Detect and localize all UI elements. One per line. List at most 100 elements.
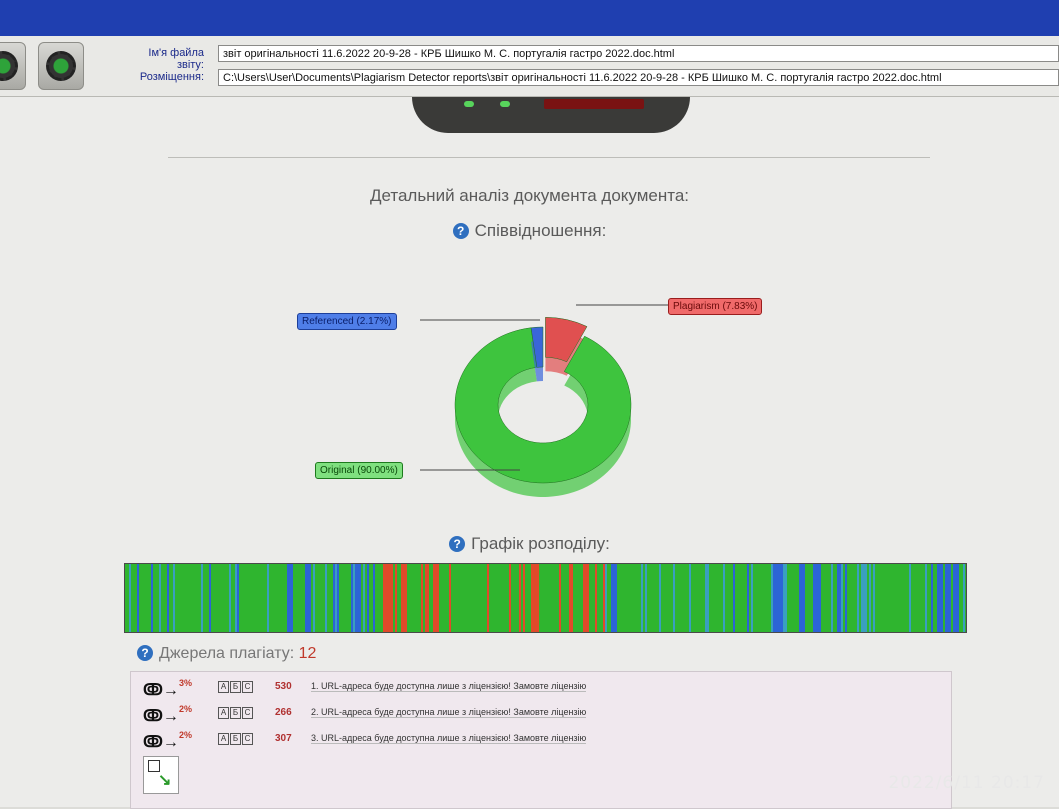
distribution-segment [831, 564, 833, 632]
distribution-segment [159, 564, 161, 632]
distribution-heading-row: ? Графік розподілу: [0, 534, 1059, 554]
distribution-segment [813, 564, 819, 632]
distribution-segment [129, 564, 131, 632]
distribution-segment [751, 564, 753, 632]
distribution-stripes [129, 564, 965, 632]
original-label: Original (90.00%) [315, 462, 403, 479]
distribution-segment [509, 564, 511, 632]
source-row[interactable]: ↂ→ 3% AБC 530 1. URL-адреса буде доступн… [131, 678, 951, 699]
distribution-segment [433, 564, 439, 632]
distribution-segment [209, 564, 211, 632]
distribution-segment [173, 564, 175, 632]
distribution-segment [351, 564, 353, 632]
help-icon[interactable]: ? [137, 645, 153, 661]
distribution-segment [857, 564, 859, 632]
distribution-segment [819, 564, 821, 632]
source-link[interactable]: 2. URL-адреса буде доступна лише з ліцен… [311, 707, 587, 718]
distribution-segment [909, 564, 911, 632]
distribution-segment [325, 564, 327, 632]
distribution-segment [235, 564, 237, 632]
distribution-segment [963, 564, 965, 632]
distribution-segment [523, 564, 525, 632]
distribution-segment [931, 564, 933, 632]
distribution-segment [841, 564, 843, 632]
distribution-segment [723, 564, 725, 632]
abc-icons: AБC [218, 681, 253, 693]
source-count: 266 [275, 707, 292, 718]
distribution-segment [861, 564, 863, 632]
distribution-segment [937, 564, 943, 632]
distribution-segment [427, 564, 429, 632]
distribution-segment [383, 564, 385, 632]
distribution-segment [863, 564, 865, 632]
distribution-segment [385, 564, 387, 632]
distribution-segment [873, 564, 875, 632]
distribution-segment [531, 564, 537, 632]
distribution-segment [747, 564, 749, 632]
distribution-segment [519, 564, 521, 632]
expand-button[interactable]: ↘ [143, 756, 179, 794]
abc-icons: AБC [218, 733, 253, 745]
distribution-segment [267, 564, 269, 632]
distribution-segment [537, 564, 539, 632]
distribution-segment [229, 564, 231, 632]
source-row[interactable]: ↂ→ 2% AБC 307 3. URL-адреса буде доступн… [131, 730, 951, 751]
distribution-segment [367, 564, 369, 632]
link-chain-icon: ↂ→ [143, 734, 179, 751]
distribution-segment [595, 564, 597, 632]
distribution-segment [865, 564, 867, 632]
distribution-segment [641, 564, 643, 632]
plagiarism-label: Plagiarism (7.83%) [668, 298, 763, 315]
help-icon[interactable]: ? [449, 536, 466, 552]
distribution-segment [605, 564, 607, 632]
distribution-segment [659, 564, 661, 632]
distribution-segment [305, 564, 311, 632]
distribution-segment [167, 564, 169, 632]
distribution-segment [705, 564, 707, 632]
distribution-segment [373, 564, 375, 632]
source-percent: 2% [179, 704, 193, 714]
distribution-segment [673, 564, 675, 632]
distribution-segment [151, 564, 153, 632]
distribution-segment [945, 564, 951, 632]
distribution-segment [401, 564, 407, 632]
source-link[interactable]: 3. URL-адреса буде доступна лише з ліцен… [311, 733, 587, 744]
distribution-segment [925, 564, 927, 632]
sources-list: ↂ→ 3% AБC 530 1. URL-адреса буде доступн… [130, 671, 952, 809]
distribution-segment [421, 564, 423, 632]
source-row[interactable]: ↂ→ 2% AБC 266 2. URL-адреса буде доступн… [131, 704, 951, 725]
distribution-segment [645, 564, 647, 632]
distribution-segment [287, 564, 293, 632]
distribution-segment [237, 564, 239, 632]
distribution-segment [611, 564, 617, 632]
sources-heading: Джерела плагіату: [159, 645, 295, 662]
distribution-segment [585, 564, 587, 632]
abc-icons: AБC [218, 707, 253, 719]
distribution-segment [733, 564, 735, 632]
distribution-segment [395, 564, 397, 632]
distribution-heading: Графік розподілу: [471, 534, 610, 553]
distribution-segment [785, 564, 787, 632]
sources-count: 12 [298, 645, 317, 662]
distribution-segment [707, 564, 709, 632]
distribution-segment [363, 564, 365, 632]
source-link[interactable]: 1. URL-адреса буде доступна лише з ліцен… [311, 681, 587, 692]
distribution-segment [487, 564, 489, 632]
distribution-segment [425, 564, 427, 632]
distribution-segment [845, 564, 847, 632]
distribution-segment [353, 564, 355, 632]
link-chain-icon: ↂ→ [143, 682, 179, 699]
photo-timestamp: 2022/6/11 20:17 [888, 773, 1045, 793]
distribution-segment [571, 564, 573, 632]
source-percent: 2% [179, 730, 193, 740]
link-chain-icon: ↂ→ [143, 708, 179, 725]
distribution-segment [603, 564, 605, 632]
distribution-segment [569, 564, 571, 632]
distribution-segment [355, 564, 361, 632]
distribution-segment [689, 564, 691, 632]
distribution-segment [449, 564, 451, 632]
distribution-segment [783, 564, 785, 632]
distribution-segment [773, 564, 779, 632]
distribution-segment [313, 564, 315, 632]
distribution-segment [771, 564, 773, 632]
